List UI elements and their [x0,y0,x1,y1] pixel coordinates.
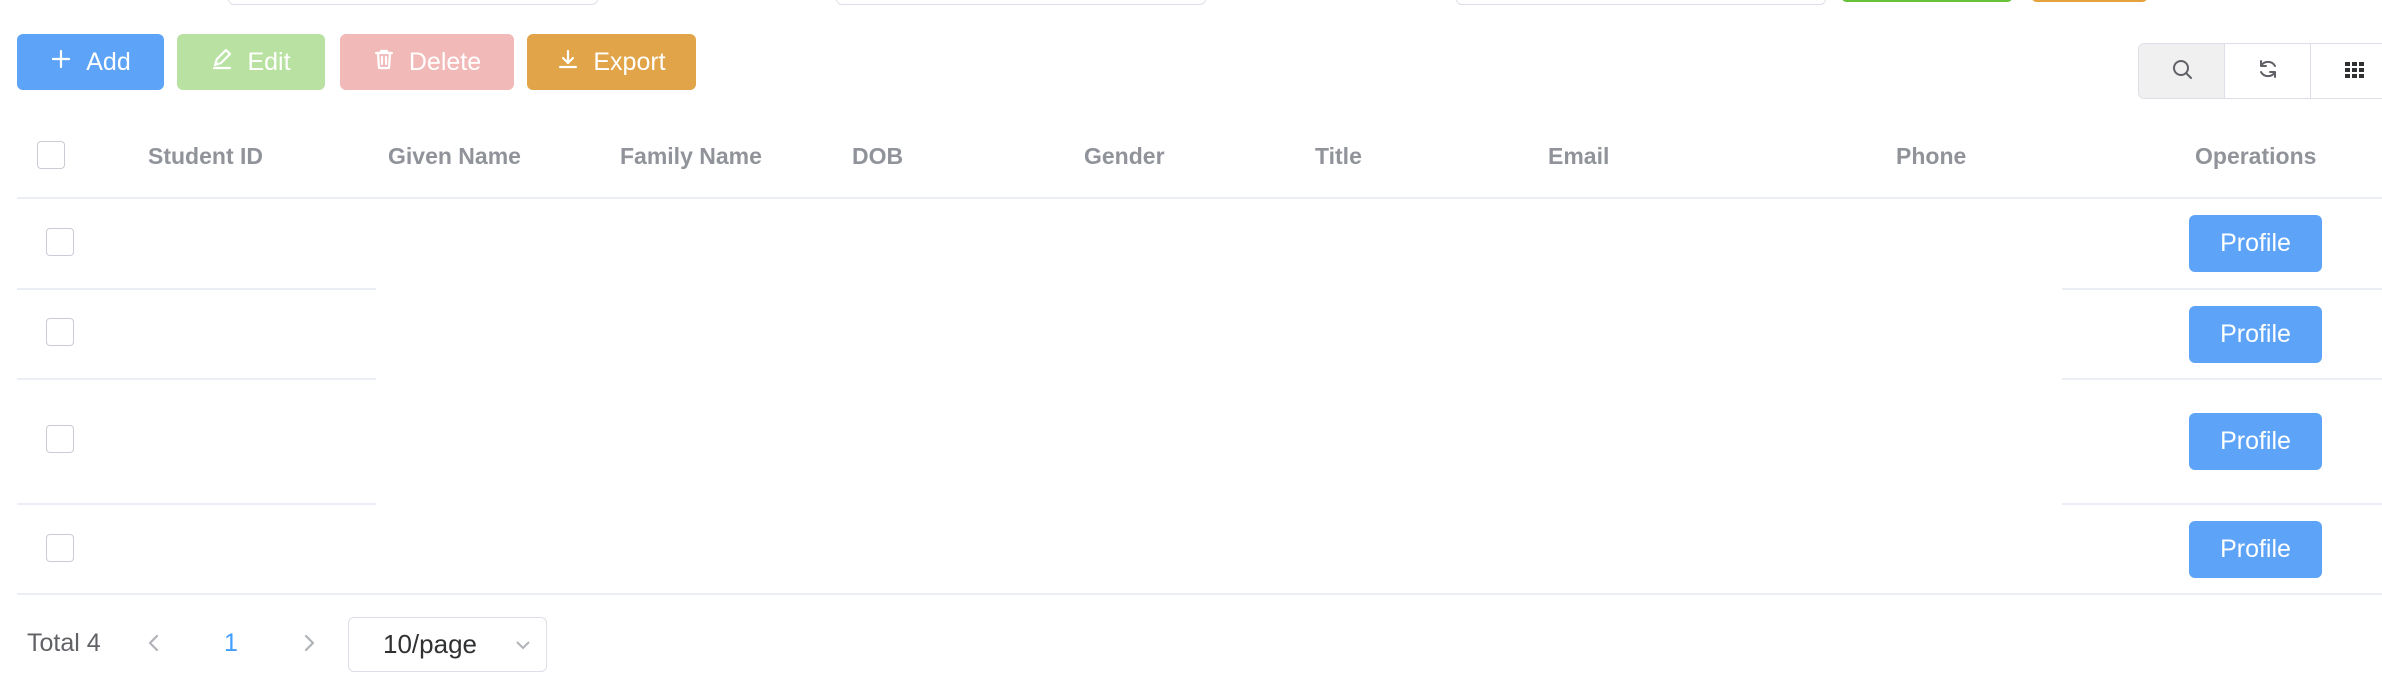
export-button-label: Export [593,47,666,76]
plus-icon [50,48,72,77]
profile-button[interactable]: Profile [2189,306,2322,363]
delete-button[interactable]: Delete [340,34,514,90]
filter-input-2[interactable] [836,0,1206,5]
column-header-student-id[interactable]: Student ID [148,140,263,172]
refresh-button[interactable] [2225,44,2311,98]
table-row: Profile [0,198,2382,288]
search-icon [2171,58,2193,85]
select-all-checkbox[interactable] [37,141,65,169]
download-icon [557,48,579,77]
search-button[interactable] [1841,0,2013,2]
profile-button[interactable]: Profile [2189,521,2322,578]
edit-button[interactable]: Edit [177,34,325,90]
column-header-gender[interactable]: Gender [1084,140,1165,172]
chevron-right-icon [296,634,322,660]
edit-pencil-icon [211,48,233,77]
profile-button[interactable]: Profile [2189,215,2322,272]
column-header-dob[interactable]: DOB [852,140,903,172]
columns-grid-icon [2343,58,2365,85]
column-header-given-name[interactable]: Given Name [388,140,521,172]
column-header-title[interactable]: Title [1315,140,1362,172]
delete-button-label: Delete [408,47,482,76]
column-header-family-name[interactable]: Family Name [620,140,762,172]
column-header-phone[interactable]: Phone [1896,140,1966,172]
filter-input-3[interactable] [1456,0,1826,5]
table-row: Profile [0,289,2382,378]
trash-icon [373,48,395,77]
add-button-label: Add [86,47,131,76]
row-checkbox[interactable] [46,228,74,256]
next-page-button[interactable] [296,630,322,656]
row-checkbox[interactable] [46,318,74,346]
filter-input-1[interactable] [228,0,598,5]
pagination-total: Total 4 [27,629,101,657]
prev-page-button[interactable] [141,630,167,656]
chevron-left-icon [141,634,167,660]
profile-button[interactable]: Profile [2189,413,2322,470]
row-checkbox[interactable] [46,425,74,453]
page-size-select[interactable]: 10/page [348,617,547,672]
table-row: Profile [0,379,2382,503]
add-button[interactable]: Add [17,34,164,90]
row-checkbox[interactable] [46,534,74,562]
reset-button[interactable] [2031,0,2148,2]
column-header-operations: Operations [2195,143,2317,169]
table-bottom-divider [17,593,2382,595]
columns-button[interactable] [2311,44,2382,98]
page-size-value: 10/page [383,629,477,659]
column-header-email[interactable]: Email [1548,140,1609,172]
toggle-search-button[interactable] [2139,44,2225,98]
page-number-current[interactable]: 1 [224,629,238,658]
table-tools [2138,43,2382,99]
refresh-icon [2257,58,2279,85]
export-button[interactable]: Export [527,34,696,90]
table-row: Profile [0,504,2382,594]
edit-button-label: Edit [247,47,291,76]
